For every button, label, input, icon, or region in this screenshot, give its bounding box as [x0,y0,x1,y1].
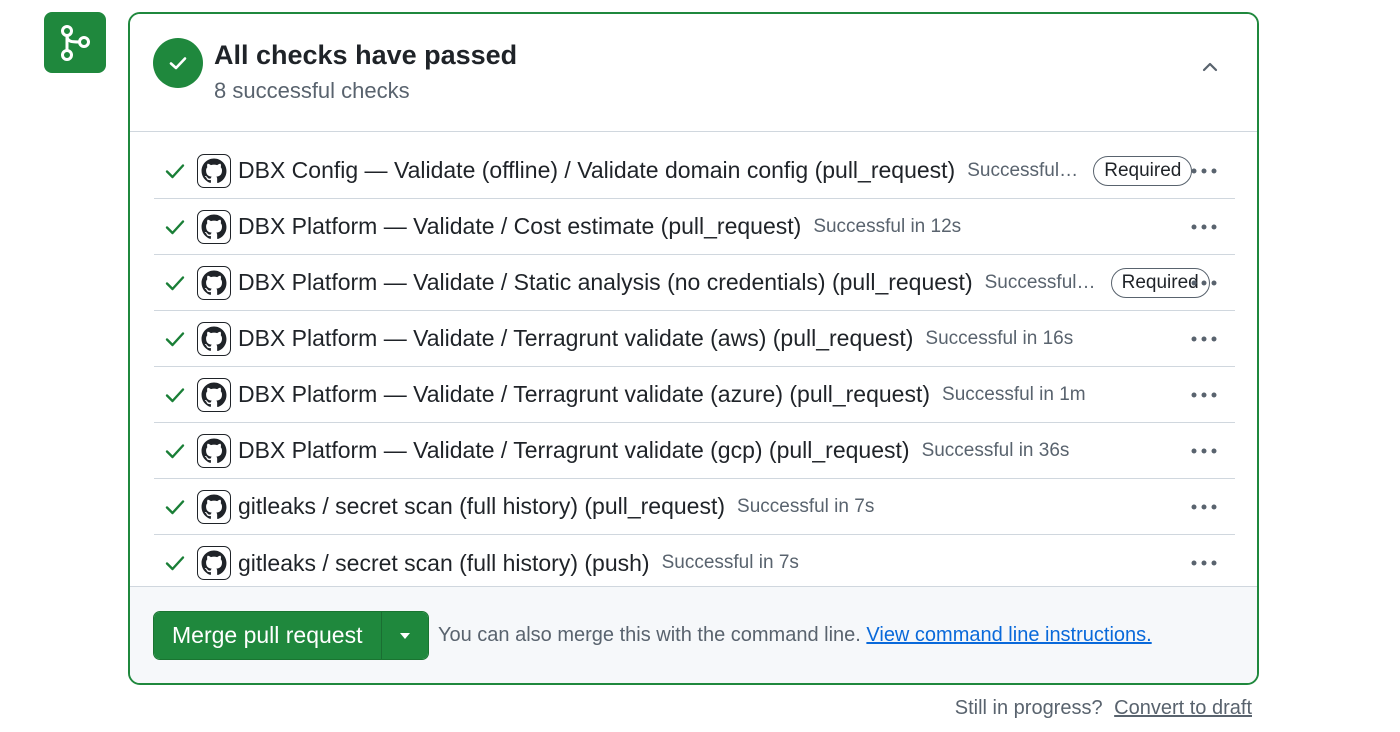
check-row[interactable]: gitleaks / secret scan (full history) (p… [154,479,1235,535]
check-name[interactable]: DBX Config — Validate (offline) / Valida… [238,157,955,184]
check-icon [164,216,186,238]
kebab-horizontal-icon [1191,168,1217,174]
check-menu-button[interactable] [1189,548,1219,578]
check-icon [164,160,186,182]
github-mark-icon [197,153,231,188]
merge-pull-request-button[interactable]: Merge pull request [154,612,382,659]
check-name[interactable]: DBX Platform — Validate / Cost estimate … [238,213,801,240]
draft-question: Still in progress? [954,697,1103,719]
check-icon [164,552,186,574]
check-name[interactable]: DBX Platform — Validate / Terragrunt val… [238,325,913,352]
check-menu-button[interactable] [1189,268,1219,298]
check-circle-icon [153,38,203,88]
check-row[interactable]: DBX Platform — Validate / Static analysi… [154,255,1235,311]
required-badge: Required [1093,155,1193,186]
check-menu-button[interactable] [1189,492,1219,522]
check-row[interactable]: DBX Platform — Validate / Terragrunt val… [154,311,1235,367]
merge-box-panel: All checks have passed 8 successful chec… [128,12,1259,685]
github-mark-icon [197,265,231,300]
checks-summary-subtitle: 8 successful checks [214,78,410,103]
github-mark-icon [197,433,231,468]
check-row[interactable]: DBX Platform — Validate / Terragrunt val… [154,423,1235,479]
check-row[interactable]: DBX Platform — Validate / Cost estimate … [154,199,1235,255]
github-mark-icon [197,489,231,524]
checks-summary-header: All checks have passed 8 successful chec… [130,14,1257,132]
check-status: Successful in 1m [942,383,1086,405]
check-menu-button[interactable] [1189,324,1219,354]
kebab-horizontal-icon [1191,336,1217,342]
check-name[interactable]: gitleaks / secret scan (full history) (p… [238,550,650,577]
check-row[interactable]: DBX Platform — Validate / Terragrunt val… [154,367,1235,423]
check-status: Successful in 12s [813,215,962,237]
github-mark-icon [197,546,231,580]
check-status: Successful in 12s [967,159,1080,181]
kebab-horizontal-icon [1191,504,1217,510]
kebab-horizontal-icon [1191,448,1217,454]
kebab-horizontal-icon [1191,392,1217,398]
checks-list: DBX Config — Validate (offline) / Valida… [130,132,1257,587]
command-line-hint: You can also merge this with the command… [438,624,1152,647]
kebab-horizontal-icon [1191,560,1217,566]
check-icon [164,496,186,518]
check-name[interactable]: DBX Platform — Validate / Static analysi… [238,269,973,296]
check-name[interactable]: gitleaks / secret scan (full history) (p… [238,493,725,520]
collapse-checks-button[interactable] [1193,50,1227,84]
check-icon [164,384,186,406]
check-status: Successful in 36s [921,439,1070,461]
check-menu-button[interactable] [1189,156,1219,186]
checks-summary-title: All checks have passed [214,40,518,70]
check-icon [164,440,186,462]
check-row[interactable]: gitleaks / secret scan (full history) (p… [154,535,1235,591]
convert-to-draft-link[interactable]: Convert to draft [1114,697,1252,719]
github-mark-icon [197,321,231,356]
command-line-hint-text: You can also merge this with the command… [438,624,861,646]
chevron-up-icon [1202,62,1218,72]
check-status: Successful in 7s [661,552,799,573]
github-mark-icon [197,377,231,412]
draft-prompt: Still in progress? Convert to draft [955,697,1252,720]
check-name[interactable]: DBX Platform — Validate / Terragrunt val… [238,381,930,408]
check-menu-button[interactable] [1189,436,1219,466]
triangle-down-icon [399,632,410,639]
check-icon [164,328,186,350]
check-name[interactable]: DBX Platform — Validate / Terragrunt val… [238,437,910,464]
check-menu-button[interactable] [1189,212,1219,242]
check-status: Successful in 7s [737,495,875,517]
check-icon [164,272,186,294]
kebab-horizontal-icon [1191,224,1217,230]
check-menu-button[interactable] [1189,380,1219,410]
merge-method-dropdown-button[interactable] [381,612,428,659]
check-status: Successful in 16s [925,327,1074,349]
github-mark-icon [197,209,231,244]
git-branch-icon [61,24,90,61]
git-branch-icon-box [44,12,106,73]
check-status: Successful in 14s [984,271,1097,293]
merge-footer: Merge pull request You can also merge th… [130,587,1257,683]
kebab-horizontal-icon [1191,280,1217,286]
check-row[interactable]: DBX Config — Validate (offline) / Valida… [154,143,1235,199]
merge-button-group: Merge pull request [153,611,429,660]
command-line-instructions-link[interactable]: View command line instructions. [866,624,1151,646]
